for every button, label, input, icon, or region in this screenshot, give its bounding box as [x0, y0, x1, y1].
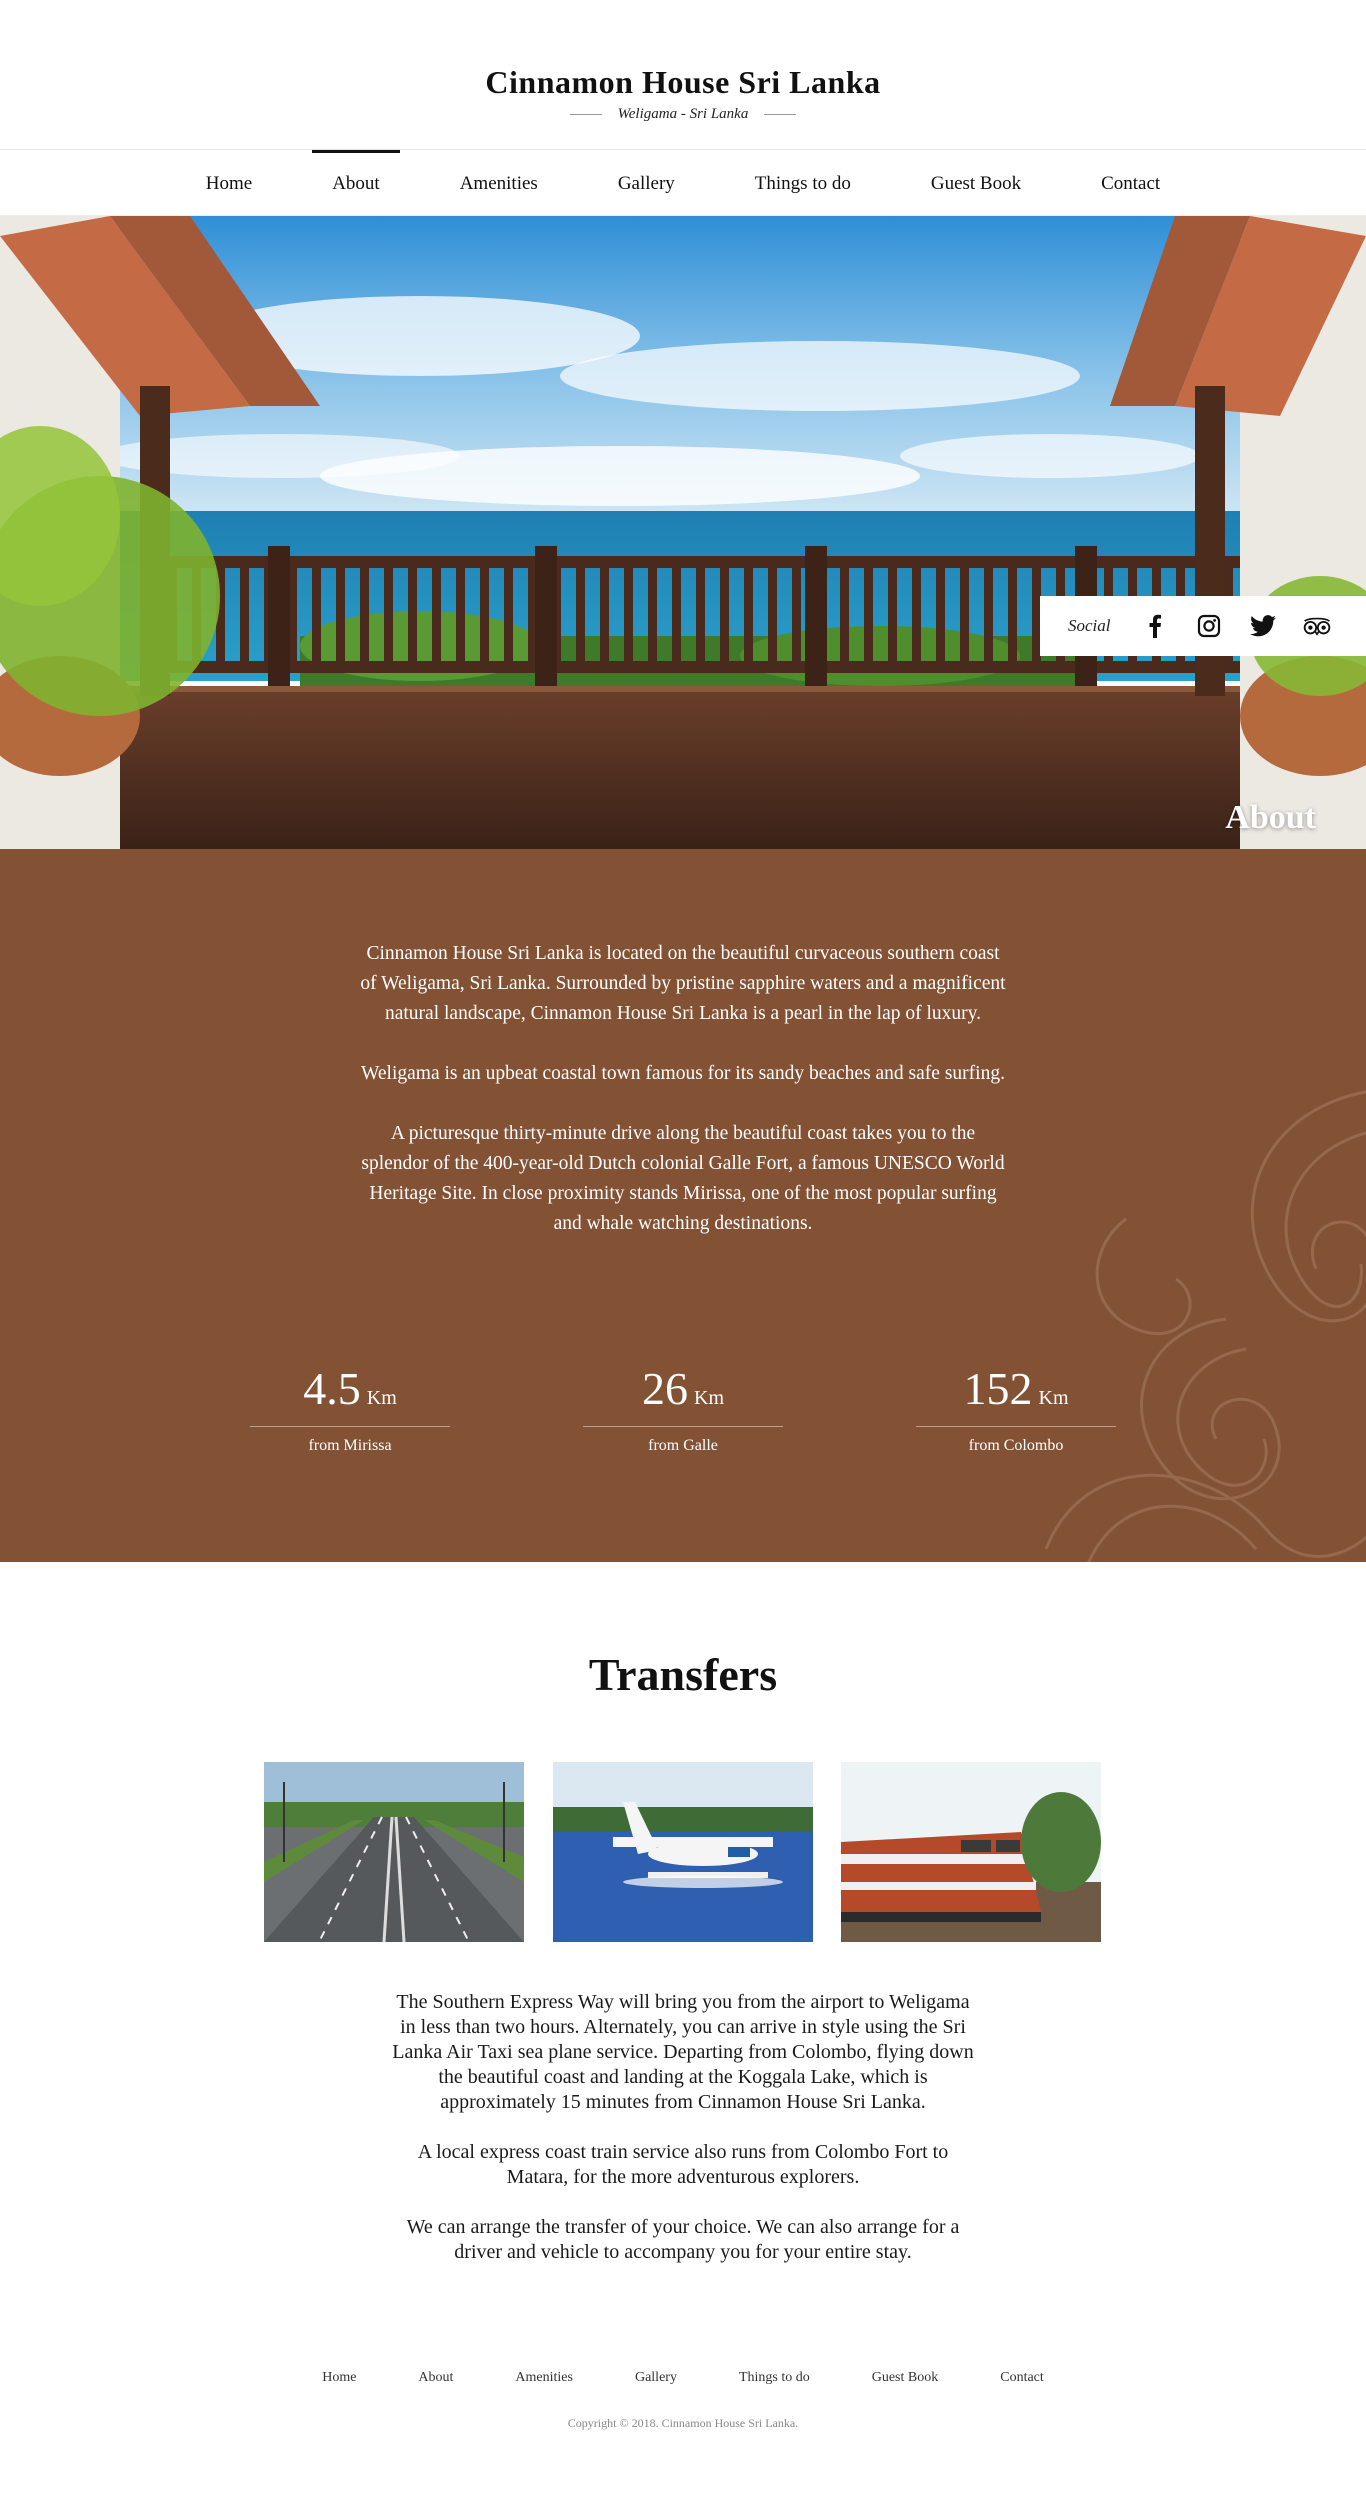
transfers-section: Transfers The Southern Express Way will … — [0, 1562, 1366, 2322]
stat-label: from Colombo — [968, 1437, 1064, 1454]
train-photo[interactable] — [841, 1762, 1101, 1942]
twitter-icon[interactable] — [1249, 612, 1277, 640]
hero-title: About — [1225, 799, 1316, 836]
footer-link-about[interactable]: About — [418, 2370, 453, 2386]
footer-link-contact[interactable]: Contact — [1000, 2370, 1044, 2386]
about-paragraph: Weligama is an upbeat coastal town famou… — [361, 1063, 1005, 1084]
nav-item-gallery[interactable]: Gallery — [598, 150, 695, 215]
nav-item-amenities[interactable]: Amenities — [440, 150, 558, 215]
stat-colombo: 152 Km from Colombo — [916, 1359, 1116, 1455]
stat-value: 152 — [963, 1363, 1033, 1414]
site-title[interactable]: Cinnamon House Sri Lanka — [0, 64, 1366, 101]
nav-item-things-to-do[interactable]: Things to do — [735, 150, 871, 215]
social-label: Social — [1068, 616, 1111, 635]
site-header: Cinnamon House Sri Lanka Weligama - Sri … — [0, 0, 1366, 150]
site-subtitle-text: Weligama - Sri Lanka — [617, 106, 749, 122]
instagram-icon[interactable] — [1195, 612, 1223, 640]
stat-unit: Km — [366, 1387, 397, 1409]
distance-stats: 4.5 Km from Mirissa 26 Km from Galle 152 Km… — [250, 1359, 1116, 1455]
expressway-photo[interactable] — [264, 1762, 524, 1942]
facebook-icon[interactable] — [1141, 612, 1169, 640]
stat-unit: Km — [694, 1387, 724, 1409]
subtitle-rule-right — [764, 114, 797, 115]
copyright-text: Copyright © 2018. Cinnamon House Sri Lan… — [567, 2416, 799, 2430]
footer-link-home[interactable]: Home — [322, 2370, 356, 2386]
about-text: Cinnamon House Sri Lanka is located on t… — [358, 939, 1008, 1269]
stat-value-row: 152 Km — [916, 1359, 1116, 1427]
footer-link-guest-book[interactable]: Guest Book — [872, 2370, 939, 2386]
tripadvisor-icon[interactable] — [1303, 612, 1331, 640]
seaplane-photo[interactable] — [552, 1762, 813, 1942]
transfers-paragraph: We can arrange the transfer of your choi… — [406, 2216, 960, 2263]
nav-item-contact[interactable]: Contact — [1081, 150, 1180, 215]
transfers-text: The Southern Express Way will bring you … — [388, 1990, 978, 2290]
stat-galle: 26 Km from Galle — [583, 1359, 783, 1455]
nav-item-guest-book[interactable]: Guest Book — [911, 150, 1041, 215]
transfers-gallery — [264, 1762, 1101, 1942]
hero-banner: Social About — [0, 216, 1366, 849]
footer-link-gallery[interactable]: Gallery — [635, 2370, 677, 2386]
stat-value-row: 26 Km — [583, 1359, 783, 1427]
nav-item-home[interactable]: Home — [186, 150, 272, 215]
stat-label: from Galle — [648, 1437, 718, 1454]
subtitle-rule-left — [569, 114, 602, 115]
transfers-paragraph: A local express coast train service also… — [417, 2141, 949, 2188]
site-footer: Home About Amenities Gallery Things to d… — [0, 2370, 1366, 2431]
swirl-ornament — [1044, 1090, 1366, 1562]
stat-value: 4.5 — [303, 1363, 361, 1414]
social-bar: Social — [1040, 596, 1366, 656]
site-subtitle: Weligama - Sri Lanka — [0, 106, 1366, 123]
stat-label: from Mirissa — [308, 1437, 392, 1454]
footer-link-amenities[interactable]: Amenities — [515, 2370, 573, 2386]
transfers-paragraph: The Southern Express Way will bring you … — [392, 1991, 974, 2113]
footer-link-things-to-do[interactable]: Things to do — [739, 2370, 810, 2386]
about-paragraph: Cinnamon House Sri Lanka is located on t… — [360, 943, 1006, 1024]
stat-value: 26 — [642, 1363, 688, 1414]
transfers-title: Transfers — [588, 1649, 778, 1700]
hero-balcony-photo — [0, 216, 1366, 849]
about-paragraph: A picturesque thirty-minute drive along … — [361, 1123, 1005, 1234]
stat-unit: Km — [1038, 1387, 1069, 1409]
stat-value-row: 4.5 Km — [250, 1359, 450, 1427]
main-nav: Home About Amenities Gallery Things to d… — [0, 150, 1366, 216]
stat-mirissa: 4.5 Km from Mirissa — [250, 1359, 450, 1455]
nav-item-about[interactable]: About — [312, 150, 400, 215]
about-section: Cinnamon House Sri Lanka is located on t… — [0, 849, 1366, 1562]
footer-nav: Home About Amenities Gallery Things to d… — [0, 2370, 1366, 2386]
